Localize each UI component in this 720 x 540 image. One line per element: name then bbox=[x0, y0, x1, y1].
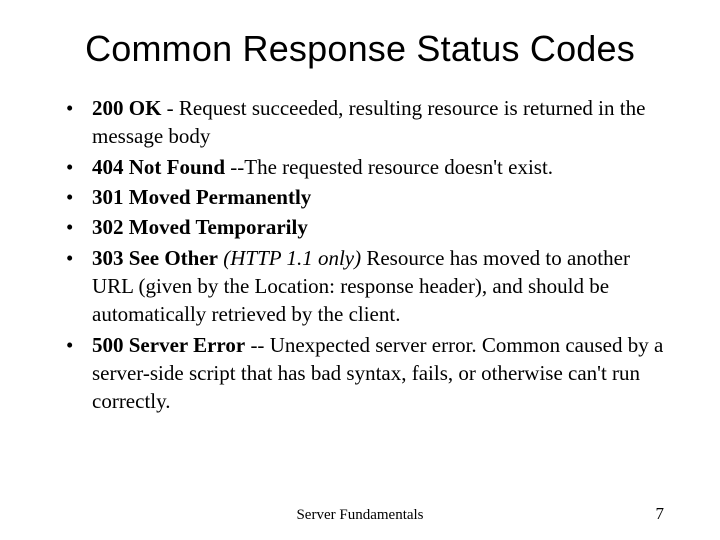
list-item: 302 Moved Temporarily bbox=[58, 213, 670, 241]
item-lead: 200 OK bbox=[92, 96, 161, 120]
bullet-list: 200 OK - Request succeeded, resulting re… bbox=[50, 94, 670, 416]
item-mid: -- bbox=[245, 333, 270, 357]
item-lead: 301 Moved Permanently bbox=[92, 185, 311, 209]
item-rest: The requested resource doesn't exist. bbox=[244, 155, 553, 179]
item-lead: 302 Moved Temporarily bbox=[92, 215, 308, 239]
item-lead: 404 Not Found bbox=[92, 155, 225, 179]
slide: Common Response Status Codes 200 OK - Re… bbox=[0, 0, 720, 540]
item-mid: - bbox=[161, 96, 179, 120]
list-item: 500 Server Error -- Unexpected server er… bbox=[58, 331, 670, 416]
page-number: 7 bbox=[656, 504, 665, 524]
item-lead: 500 Server Error bbox=[92, 333, 245, 357]
footer-center: Server Fundamentals bbox=[0, 507, 720, 524]
slide-title: Common Response Status Codes bbox=[50, 28, 670, 70]
list-item: 404 Not Found --The requested resource d… bbox=[58, 153, 670, 181]
item-italic: (HTTP 1.1 only) bbox=[223, 246, 361, 270]
list-item: 301 Moved Permanently bbox=[58, 183, 670, 211]
item-mid: -- bbox=[225, 155, 244, 179]
item-lead: 303 See Other bbox=[92, 246, 218, 270]
list-item: 200 OK - Request succeeded, resulting re… bbox=[58, 94, 670, 151]
list-item: 303 See Other (HTTP 1.1 only) Resource h… bbox=[58, 244, 670, 329]
